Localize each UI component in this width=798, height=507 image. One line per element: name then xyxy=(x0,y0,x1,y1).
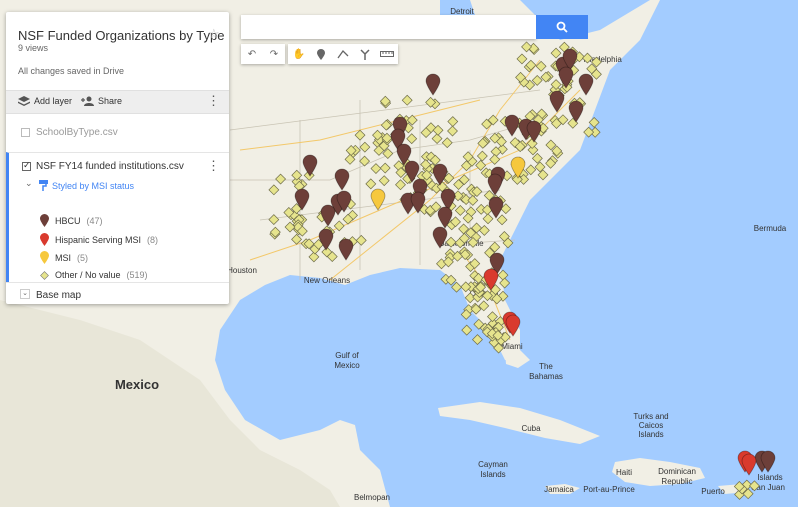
map-marker-other[interactable] xyxy=(461,324,473,336)
ruler-icon[interactable] xyxy=(376,44,398,64)
hand-icon[interactable]: ✋ xyxy=(288,44,310,64)
map-label: Port-au-Prince xyxy=(583,485,635,494)
panel-toolbar: Add layer Share ⋮ xyxy=(6,90,229,114)
save-status: All changes saved in Drive xyxy=(18,66,125,76)
diamond-icon xyxy=(40,270,49,280)
layer-checkbox[interactable] xyxy=(22,160,31,171)
map-label: Islands xyxy=(638,430,663,439)
map-label: Belmopan xyxy=(354,493,390,502)
map-label: Mexico xyxy=(334,361,360,370)
add-person-icon xyxy=(81,96,94,106)
legend-count: (519) xyxy=(126,270,148,280)
paint-roller-icon xyxy=(39,180,48,191)
redo-icon[interactable]: ↷ xyxy=(263,44,285,64)
legend-item-hbcu[interactable]: HBCU (47) xyxy=(40,214,103,227)
map-title[interactable]: NSF Funded Organizations by Type xyxy=(18,28,224,43)
map-label: Houston xyxy=(227,266,257,275)
undo-icon[interactable]: ↶ xyxy=(241,44,263,64)
add-layer-button[interactable]: Add layer xyxy=(18,96,72,106)
base-map-layer[interactable]: ⌄ Base map xyxy=(6,282,229,304)
map-label: Islands xyxy=(757,473,782,482)
style-link[interactable]: Styled by MSI status xyxy=(39,180,134,191)
map-label: Bahamas xyxy=(529,372,563,381)
marker-icon xyxy=(40,214,49,227)
legend-label: MSI xyxy=(55,252,72,263)
legend-count: (47) xyxy=(86,215,103,226)
history-tools: ↶ ↷ xyxy=(241,44,285,64)
map-label: New Orleans xyxy=(304,276,350,285)
map-label: Dominican xyxy=(658,467,696,476)
map-label: Caicos xyxy=(639,421,663,430)
layer-name: NSF FY14 funded institutions.csv xyxy=(36,161,184,172)
legend-label: Other / No value xyxy=(55,270,121,280)
layer-checkbox[interactable] xyxy=(21,128,30,137)
map-label: Turks and xyxy=(633,412,668,421)
layer-nsf-fy14[interactable]: NSF FY14 funded institutions.csv ⋮ ⌄ Sty… xyxy=(6,152,229,282)
map-label: Gulf of xyxy=(335,351,359,360)
panel-more-icon[interactable]: ⋮ xyxy=(207,94,220,107)
map-toolbar: ↶ ↷ ✋ xyxy=(241,44,398,64)
marker-icon xyxy=(40,251,49,264)
map-label: Bermuda xyxy=(754,224,787,233)
chevron-down-icon[interactable]: ⌄ xyxy=(25,178,33,189)
legend-item-msi[interactable]: MSI (5) xyxy=(40,251,88,264)
map-label: Islands xyxy=(480,470,505,479)
share-button[interactable]: Share xyxy=(81,96,122,106)
view-count: 9 views xyxy=(18,43,49,53)
map-label: Cayman xyxy=(478,460,508,469)
layer-more-icon[interactable]: ⋮ xyxy=(207,159,220,172)
legend-label: HBCU xyxy=(55,215,81,226)
search-input[interactable] xyxy=(241,15,536,39)
base-map-label: Base map xyxy=(36,290,82,301)
drawing-tools: ✋ xyxy=(288,44,398,64)
legend-item-other[interactable]: Other / No value (519) xyxy=(40,270,148,280)
map-label: Haiti xyxy=(616,468,632,477)
map-label: Miami xyxy=(501,342,523,351)
legend-count: (8) xyxy=(147,234,159,245)
legend-item-hispanic-msi[interactable]: Hispanic Serving MSI (8) xyxy=(40,233,158,246)
map-marker-other[interactable] xyxy=(472,334,483,346)
search-icon xyxy=(556,21,568,33)
legend-count: (5) xyxy=(77,252,89,263)
share-label: Share xyxy=(98,96,123,106)
star-icon[interactable]: ☆ xyxy=(208,26,220,42)
marker-icon[interactable] xyxy=(310,44,332,64)
map-label: Republic xyxy=(661,477,692,486)
map-label: Puerto xyxy=(701,487,725,496)
route-icon[interactable] xyxy=(354,44,376,64)
chevron-down-icon[interactable]: ⌄ xyxy=(20,289,30,299)
line-icon[interactable] xyxy=(332,44,354,64)
search-button[interactable] xyxy=(536,15,588,39)
map-label: Mexico xyxy=(115,377,159,392)
legend-label: Hispanic Serving MSI xyxy=(55,234,142,245)
styled-by-label: Styled by MSI status xyxy=(52,180,135,191)
layer-schoolbytype[interactable]: SchoolByType.csv xyxy=(6,122,229,142)
map-marker-hispanic-msi[interactable] xyxy=(741,453,757,476)
add-layer-label: Add layer xyxy=(34,96,73,106)
layers-icon xyxy=(18,96,30,106)
layer-name: SchoolByType.csv xyxy=(36,127,118,138)
marker-icon xyxy=(40,233,49,246)
map-label: Cuba xyxy=(521,424,541,433)
layers-panel: NSF Funded Organizations by Type ☆ 9 vie… xyxy=(6,12,229,304)
map-label: The xyxy=(539,362,553,371)
map-label: Jamaica xyxy=(544,485,574,494)
